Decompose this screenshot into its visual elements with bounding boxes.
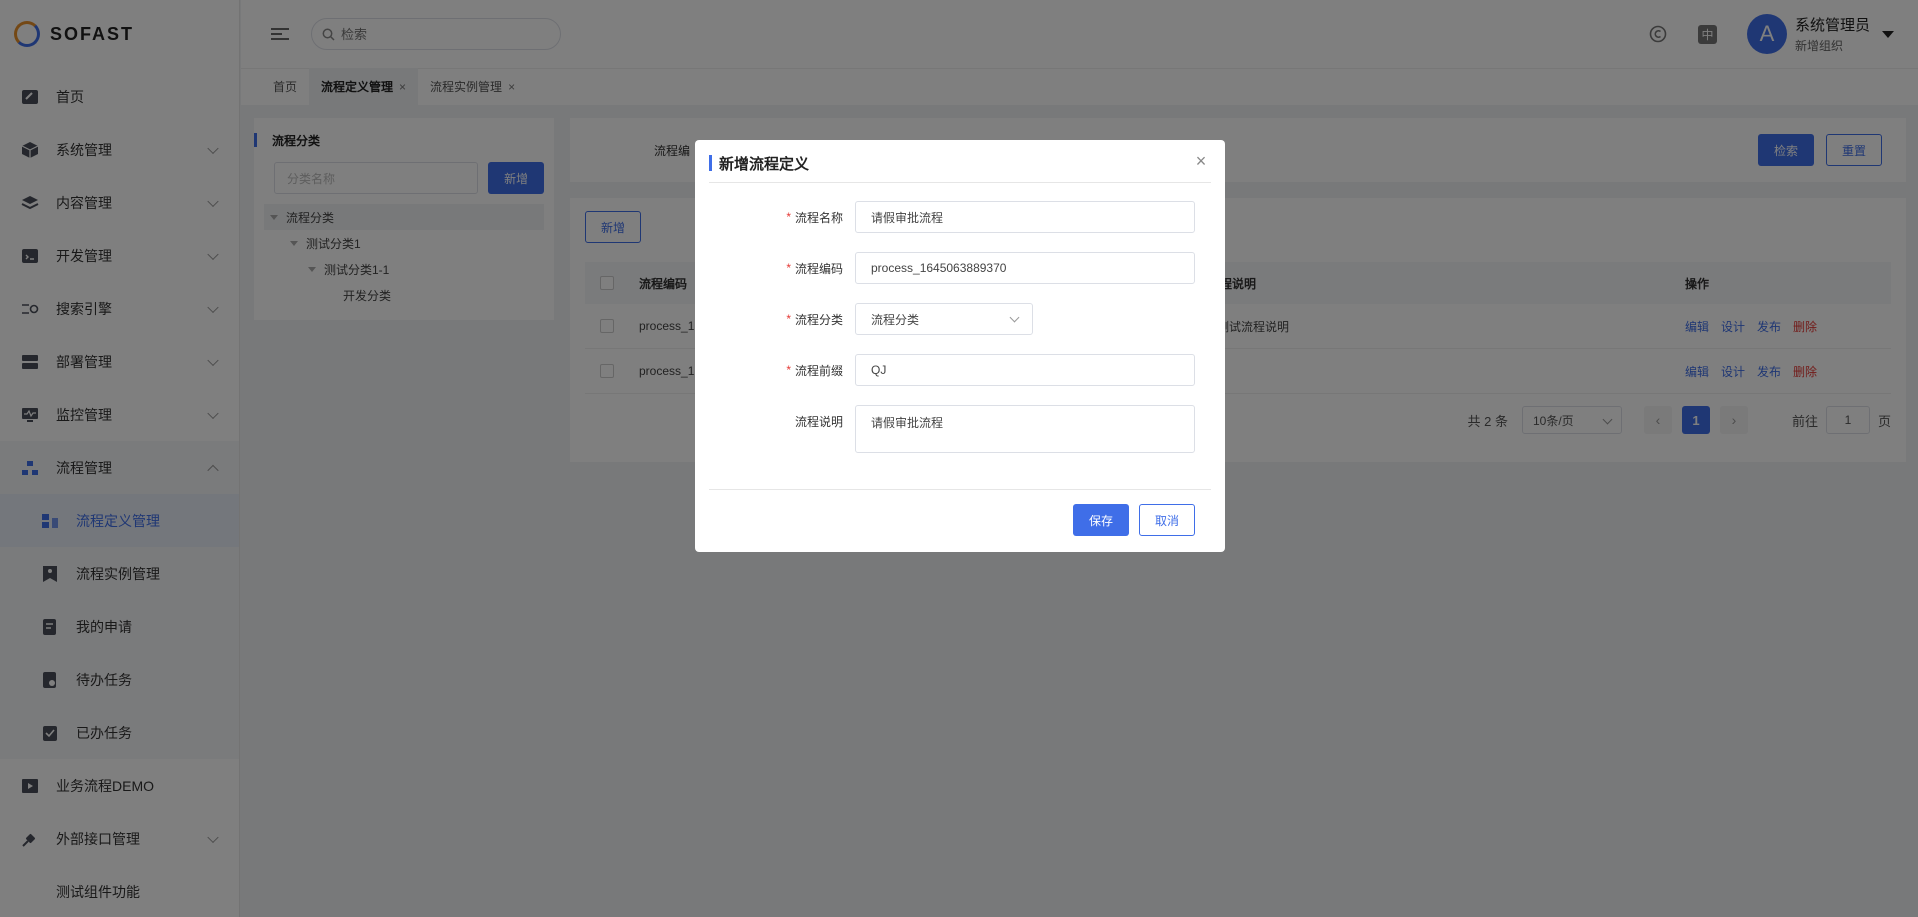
form-row-category: * 流程分类 流程分类 [695,303,1225,335]
form-row-desc: 流程说明 请假审批流程 [695,405,1225,453]
field-label: * 流程分类 [786,303,843,335]
save-button[interactable]: 保存 [1073,504,1129,536]
divider [709,489,1211,490]
field-label-text: 流程说明 [794,414,843,429]
form-row-name: * 流程名称 请假审批流程 [695,201,1225,233]
flow-name-input[interactable]: 请假审批流程 [855,201,1195,233]
flow-category-select[interactable]: 流程分类 [855,303,1033,335]
field-label-text: 流程名称 [794,210,843,225]
close-icon[interactable]: × [1193,152,1209,170]
form-row-prefix: * 流程前缀 QJ [695,354,1225,386]
field-label: * 流程编码 [786,252,843,284]
field-label: * 流程名称 [786,201,843,233]
cancel-button[interactable]: 取消 [1139,504,1195,536]
required-mark: * [786,261,791,275]
form-row-code: * 流程编码 process_1645063889370 [695,252,1225,284]
flow-prefix-input[interactable]: QJ [855,354,1195,386]
add-flow-definition-dialog: 新增流程定义 × * 流程名称 请假审批流程 * 流程编码 process_1645… [695,140,1225,552]
field-label: * 流程前缀 [786,354,843,386]
flow-code-input[interactable]: process_1645063889370 [855,252,1195,284]
divider [709,182,1211,183]
field-label-text: 流程前缀 [794,363,843,378]
flow-description-textarea[interactable]: 请假审批流程 [855,405,1195,453]
required-mark: * [786,363,791,377]
field-label: 流程说明 [795,405,843,437]
required-mark: * [786,312,791,326]
field-label-text: 流程分类 [794,312,843,327]
field-label-text: 流程编码 [794,261,843,276]
required-mark: * [786,210,791,224]
dialog-title: 新增流程定义 [709,152,809,174]
